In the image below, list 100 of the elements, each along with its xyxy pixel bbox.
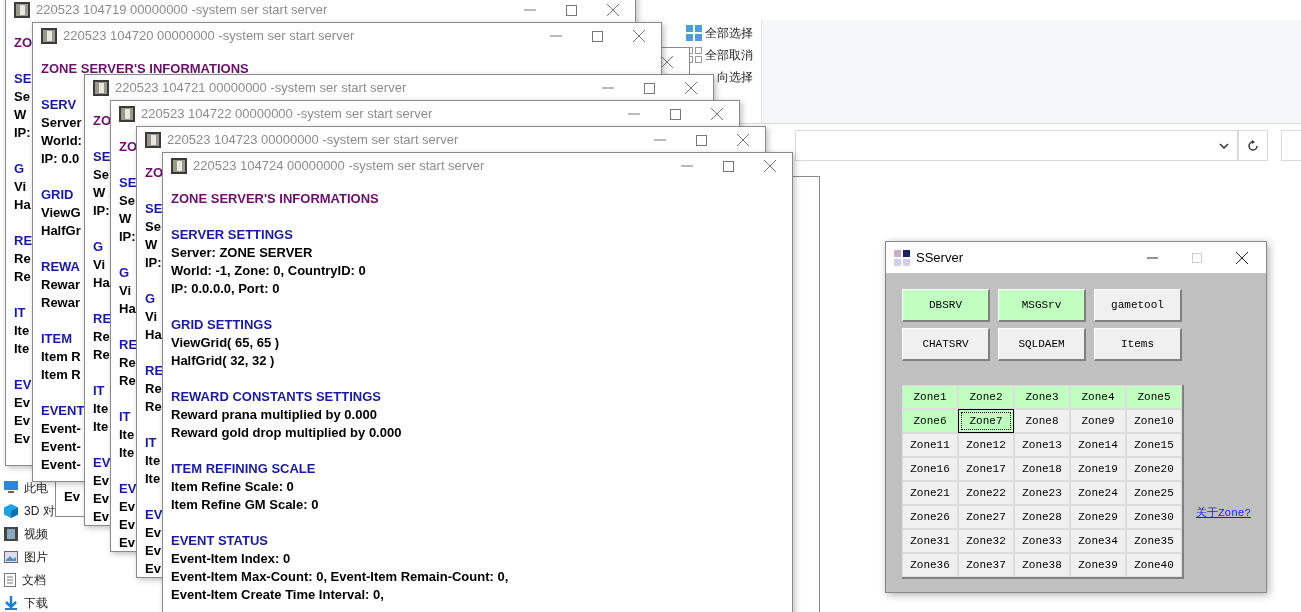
- zone-button[interactable]: Zone36: [902, 553, 958, 577]
- section-heading: GRID: [41, 186, 74, 204]
- section-heading: ITEM: [41, 330, 73, 348]
- window-title: 220523 104720 00000000 -system ser start server: [63, 27, 355, 46]
- zone-button[interactable]: Zone25: [1126, 481, 1182, 505]
- zone-button[interactable]: Zone10: [1126, 409, 1182, 433]
- close-icon[interactable]: [1236, 251, 1248, 264]
- section-heading: ITEM REFINING SCALE: [171, 460, 316, 478]
- zone-button[interactable]: Zone7: [958, 409, 1014, 433]
- info-line: Ite: [93, 400, 109, 418]
- zone-button[interactable]: Zone20: [1126, 457, 1182, 481]
- nav-item[interactable]: 此电: [24, 478, 48, 497]
- section-heading: G: [14, 160, 25, 178]
- zone-button[interactable]: Zone39: [1070, 553, 1126, 577]
- zone-button[interactable]: Zone1: [902, 385, 958, 409]
- ribbon-command[interactable]: 向选择: [717, 67, 753, 86]
- info-line: ViewGrid( 65, 65 ): [171, 334, 280, 352]
- server-button[interactable]: gametool: [1094, 289, 1182, 322]
- zone-button[interactable]: Zone23: [1014, 481, 1070, 505]
- ribbon-command[interactable]: 全部取消: [705, 45, 753, 64]
- maximize-icon: [1192, 252, 1202, 263]
- zone-button[interactable]: Zone29: [1070, 505, 1126, 529]
- minimize-icon[interactable]: [1147, 256, 1158, 259]
- section-heading: IT: [119, 408, 131, 426]
- maximize-icon[interactable]: [723, 160, 734, 172]
- section-heading: EV: [145, 506, 163, 524]
- info-line: Ev: [93, 490, 109, 508]
- nav-item[interactable]: 3D 对: [24, 501, 55, 520]
- window-title: 220523 104724 00000000 -system ser start server: [193, 157, 485, 176]
- zone-button[interactable]: Zone18: [1014, 457, 1070, 481]
- image-icon: [4, 550, 18, 563]
- zone-button[interactable]: Zone26: [902, 505, 958, 529]
- zone-button[interactable]: Zone9: [1070, 409, 1126, 433]
- zone-button[interactable]: Zone11: [902, 433, 958, 457]
- zone-button[interactable]: Zone8: [1014, 409, 1070, 433]
- maximize-icon[interactable]: [644, 82, 655, 94]
- zone-button[interactable]: Zone35: [1126, 529, 1182, 553]
- info-line: Item Refine GM Scale: 0: [171, 496, 319, 514]
- nav-item[interactable]: 下载: [24, 593, 48, 612]
- chevron-down-icon[interactable]: [1219, 142, 1229, 149]
- section-heading: GRID SETTINGS: [171, 316, 273, 334]
- info-line: IP:: [14, 124, 31, 142]
- zone-button[interactable]: Zone40: [1126, 553, 1182, 577]
- zone-button[interactable]: Zone19: [1070, 457, 1126, 481]
- info-line: Ev: [145, 542, 161, 560]
- server-button[interactable]: SQLDAEM: [998, 328, 1086, 361]
- zone-button[interactable]: Zone24: [1070, 481, 1126, 505]
- zone-button[interactable]: Zone15: [1126, 433, 1182, 457]
- server-button[interactable]: DBSRV: [902, 289, 990, 322]
- nav-item[interactable]: 图片: [24, 547, 48, 566]
- info-line: Ite: [119, 444, 135, 462]
- zone-button[interactable]: Zone37: [958, 553, 1014, 577]
- nav-item[interactable]: 文档: [22, 570, 46, 589]
- zone-button[interactable]: Zone12: [958, 433, 1014, 457]
- info-line: Ev: [119, 498, 135, 516]
- zone-button[interactable]: Zone28: [1014, 505, 1070, 529]
- zone-button[interactable]: Zone32: [958, 529, 1014, 553]
- maximize-icon[interactable]: [670, 108, 681, 120]
- info-line: Ev: [64, 489, 80, 504]
- info-line: Ev: [14, 430, 30, 448]
- about-link[interactable]: 关于Zone?: [1196, 507, 1251, 519]
- nav-item[interactable]: 视频: [24, 524, 48, 543]
- info-line: Se: [14, 88, 30, 106]
- zone-button[interactable]: Zone5: [1126, 385, 1182, 409]
- zone-button[interactable]: Zone21: [902, 481, 958, 505]
- server-button[interactable]: Items: [1094, 328, 1182, 361]
- zone-button[interactable]: Zone33: [1014, 529, 1070, 553]
- refresh-button[interactable]: [1238, 130, 1268, 161]
- cube-icon: [4, 503, 18, 518]
- server-button[interactable]: CHATSRV: [902, 328, 990, 361]
- zone-button[interactable]: Zone14: [1070, 433, 1126, 457]
- zone-button[interactable]: Zone38: [1014, 553, 1070, 577]
- zone-button[interactable]: Zone27: [958, 505, 1014, 529]
- maximize-icon[interactable]: [592, 30, 603, 42]
- info-line: Ha: [145, 326, 162, 344]
- zone-button[interactable]: Zone30: [1126, 505, 1182, 529]
- zone-button[interactable]: Zone4: [1070, 385, 1126, 409]
- section-heading: REWA: [41, 258, 80, 276]
- zone-button[interactable]: Zone3: [1014, 385, 1070, 409]
- server-button[interactable]: MSGSrv: [998, 289, 1086, 322]
- info-line: Vi: [119, 282, 132, 300]
- ribbon-command[interactable]: 全部选择: [705, 23, 753, 42]
- zone-button[interactable]: Zone13: [1014, 433, 1070, 457]
- zone-button[interactable]: Zone17: [958, 457, 1014, 481]
- info-heading: ZO: [145, 164, 164, 182]
- app-icon: [93, 80, 109, 96]
- info-line: Rewar: [41, 276, 81, 294]
- maximize-icon[interactable]: [696, 134, 707, 146]
- app-icon: [119, 106, 135, 122]
- info-line: Item R: [41, 348, 81, 366]
- zone-button[interactable]: Zone34: [1070, 529, 1126, 553]
- zone-button[interactable]: Zone6: [902, 409, 958, 433]
- zone-button[interactable]: Zone16: [902, 457, 958, 481]
- info-line: Se: [119, 192, 135, 210]
- info-line: Ha: [93, 274, 110, 292]
- maximize-icon[interactable]: [566, 4, 577, 16]
- zone-button[interactable]: Zone31: [902, 529, 958, 553]
- zone-button[interactable]: Zone2: [958, 385, 1014, 409]
- info-line: Rewar: [41, 294, 81, 312]
- zone-button[interactable]: Zone22: [958, 481, 1014, 505]
